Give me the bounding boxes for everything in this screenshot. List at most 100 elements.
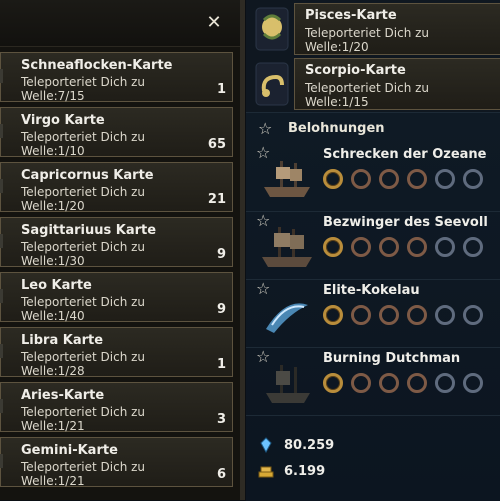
scorpio-icon	[254, 61, 290, 107]
card-edge-icon	[0, 234, 3, 248]
ring-silver	[435, 169, 455, 189]
ring-bronze	[407, 169, 427, 189]
card-title: Aries-Karte	[21, 388, 105, 403]
card-desc-line1: Teleporteriet Dich zu	[21, 240, 146, 254]
ring-silver	[463, 373, 483, 393]
ring-silver	[463, 169, 483, 189]
card-description: Teleporteriet Dich zu Welle:1/10	[21, 130, 145, 158]
boss-name: Bezwinger des Seevoll	[323, 215, 488, 230]
card-description: Teleporteriet Dich zu Welle:1/28	[21, 350, 145, 378]
boss-row[interactable]: ☆ Elite-Kokelau	[246, 279, 500, 348]
ring-bronze	[407, 237, 427, 257]
card-desc-line2: Welle:7/15	[21, 89, 85, 103]
card-item[interactable]: Virgo Karte Teleporteriet Dich zu Welle:…	[0, 107, 233, 158]
card-desc-line1: Teleporteriet Dich zu	[21, 185, 146, 199]
card-count: 6	[216, 467, 226, 482]
reward-rings	[323, 169, 483, 189]
ring-bronze	[379, 305, 399, 325]
card-count: 9	[216, 302, 226, 317]
card-title: Leo Karte	[21, 278, 92, 293]
card-edge-icon	[0, 124, 3, 138]
card-desc-line2: Welle:1/21	[21, 474, 85, 488]
pisces-icon	[254, 6, 290, 52]
ring-bronze	[407, 373, 427, 393]
card-desc-line1: Teleporteriet Dich zu	[21, 405, 146, 419]
card-title: Capricornus Karte	[21, 168, 154, 183]
card-item[interactable]: Schneaflocken-Karte Teleporteriet Dich z…	[0, 52, 233, 103]
quest-description: Teleporteriet Dich zu Welle:1/20	[305, 26, 429, 54]
quest-card[interactable]: Scorpio-Karte Teleporteriet Dich zu Well…	[294, 58, 500, 110]
card-item[interactable]: Libra Karte Teleporteriet Dich zu Welle:…	[0, 327, 233, 378]
ghost-ship-icon	[256, 353, 318, 409]
card-edge-icon	[0, 289, 3, 303]
quest-title: Scorpio-Karte	[305, 63, 406, 78]
quest-title: Pisces-Karte	[305, 8, 397, 23]
card-title: Gemini-Karte	[21, 443, 118, 458]
ring-silver	[435, 373, 455, 393]
card-desc-line2: Welle:1/40	[21, 309, 85, 323]
ring-bronze	[351, 169, 371, 189]
card-description: Teleporteriet Dich zu Welle:7/15	[21, 75, 145, 103]
boss-row[interactable]: ☆ Bezwinger des Seevoll	[246, 211, 500, 280]
quest-card[interactable]: Pisces-Karte Teleporteriet Dich zu Welle…	[294, 3, 500, 55]
boss-row[interactable]: ☆ Burning Dutchman	[246, 347, 500, 416]
ring-bronze	[407, 305, 427, 325]
gold-bars-icon	[258, 463, 274, 479]
card-desc-line1: Teleporteriet Dich zu	[21, 350, 146, 364]
ring-bronze	[351, 373, 371, 393]
currency-gold: 6.199	[258, 463, 458, 485]
card-desc-line2: Welle:1/28	[21, 364, 85, 378]
left-panel: ✕ Schneaflocken-Karte Teleporteriet Dich…	[0, 0, 245, 500]
card-description: Teleporteriet Dich zu Welle:1/20	[21, 185, 145, 213]
right-panel: Pisces-Karte Teleporteriet Dich zu Welle…	[246, 0, 500, 501]
ring-bronze	[351, 237, 371, 257]
quest-desc-line1: Teleporteriet Dich zu	[305, 81, 430, 95]
boss-name: Schrecken der Ozeane	[323, 147, 487, 162]
diamond-count: 80.259	[284, 438, 335, 453]
card-item[interactable]: Leo Karte Teleporteriet Dich zu Welle:1/…	[0, 272, 233, 323]
card-title: Schneaflocken-Karte	[21, 58, 173, 73]
boss-name: Elite-Kokelau	[323, 283, 420, 298]
boss-name: Burning Dutchman	[323, 351, 461, 366]
card-count: 9	[216, 247, 226, 262]
kraken-icon	[256, 285, 318, 341]
card-edge-icon	[0, 344, 3, 358]
card-edge-icon	[0, 399, 3, 413]
reward-rings	[323, 237, 483, 257]
quest-desc-line2: Welle:1/15	[305, 95, 369, 109]
card-description: Teleporteriet Dich zu Welle:1/21	[21, 405, 145, 433]
card-title: Virgo Karte	[21, 113, 105, 128]
boss-row[interactable]: ☆ Schrecken der Ozeane	[246, 143, 500, 212]
ring-bronze	[379, 373, 399, 393]
quest-item-pisces[interactable]: Pisces-Karte Teleporteriet Dich zu Welle…	[246, 3, 500, 55]
close-button[interactable]: ✕	[203, 12, 225, 34]
card-desc-line1: Teleporteriet Dich zu	[21, 295, 146, 309]
card-edge-icon	[0, 454, 3, 468]
card-desc-line1: Teleporteriet Dich zu	[21, 130, 146, 144]
ring-gold	[323, 305, 343, 325]
card-count: 1	[216, 357, 226, 372]
card-item[interactable]: Gemini-Karte Teleporteriet Dich zu Welle…	[0, 437, 233, 488]
card-item[interactable]: Capricornus Karte Teleporteriet Dich zu …	[0, 162, 233, 213]
left-panel-header: ✕	[0, 0, 245, 47]
card-count: 21	[207, 192, 226, 207]
ring-silver	[463, 237, 483, 257]
game-ui: ✕ Schneaflocken-Karte Teleporteriet Dich…	[0, 0, 500, 501]
ship-icon	[256, 149, 318, 205]
star-icon: ☆	[258, 119, 273, 138]
card-title: Libra Karte	[21, 333, 104, 348]
card-desc-line1: Teleporteriet Dich zu	[21, 460, 146, 474]
ring-bronze	[379, 237, 399, 257]
rewards-section: ☆ Belohnungen ☆ Schrecken der Ozeane ☆ B…	[246, 112, 500, 501]
card-item[interactable]: Aries-Karte Teleporteriet Dich zu Welle:…	[0, 382, 233, 433]
ring-gold	[323, 373, 343, 393]
card-item[interactable]: Sagittariuus Karte Teleporteriet Dich zu…	[0, 217, 233, 268]
quest-item-scorpio[interactable]: Scorpio-Karte Teleporteriet Dich zu Well…	[246, 58, 500, 110]
card-desc-line2: Welle:1/10	[21, 144, 85, 158]
ring-gold	[323, 237, 343, 257]
card-count: 65	[207, 137, 226, 152]
ring-silver	[463, 305, 483, 325]
quest-description: Teleporteriet Dich zu Welle:1/15	[305, 81, 429, 109]
ring-bronze	[351, 305, 371, 325]
card-count: 1	[216, 82, 226, 97]
